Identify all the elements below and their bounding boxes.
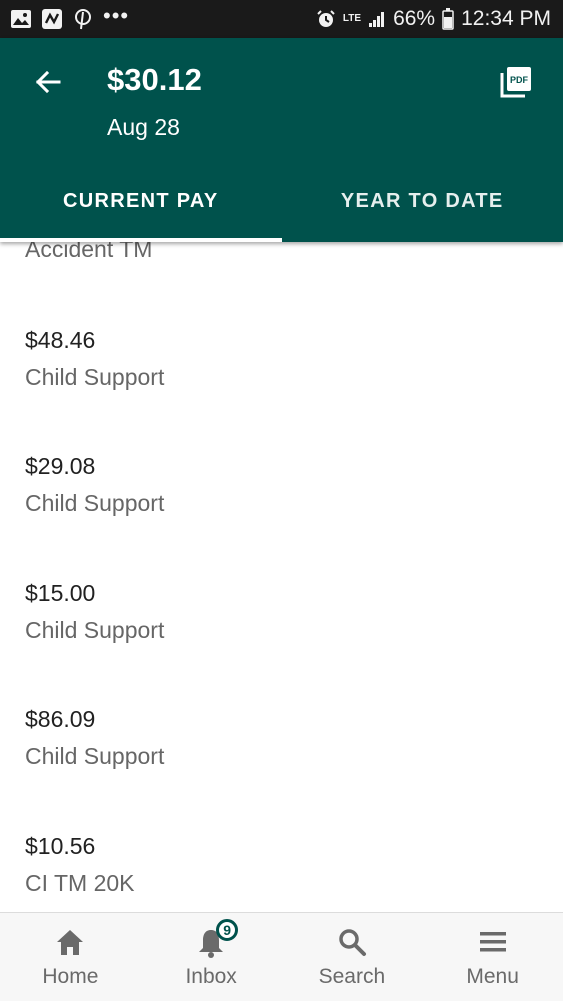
list-item: $15.00 Child Support <box>25 579 164 644</box>
deduction-amount: $48.46 <box>25 326 164 354</box>
arrow-back-icon <box>34 68 62 96</box>
list-item: $48.46 Child Support <box>25 326 164 391</box>
network-type: LTE <box>343 14 361 24</box>
deduction-amount: $86.09 <box>25 705 164 733</box>
deduction-name: Child Support <box>25 363 164 391</box>
deduction-name: Child Support <box>25 616 164 644</box>
nav-label: Inbox <box>185 965 236 989</box>
deduction-list[interactable]: Accident TM $48.46 Child Support $29.08 … <box>0 242 563 912</box>
home-icon <box>53 925 87 959</box>
status-bar: ••• LTE 66% 12:34 PM <box>0 0 563 38</box>
pay-date: Aug 28 <box>107 114 180 141</box>
alarm-icon <box>316 9 336 29</box>
list-item: $29.08 Child Support <box>25 452 164 517</box>
bell-icon: 9 <box>194 925 228 959</box>
list-item: $86.09 Child Support <box>25 705 164 770</box>
nav-label: Home <box>42 965 98 989</box>
back-button[interactable] <box>28 62 68 102</box>
deduction-name: CI TM 20K <box>25 869 135 897</box>
search-icon <box>335 925 369 959</box>
tab-label: YEAR TO DATE <box>341 190 504 213</box>
nav-label: Menu <box>466 965 519 989</box>
status-right: LTE 66% 12:34 PM <box>309 7 551 31</box>
pay-amount: $30.12 <box>107 62 202 98</box>
menu-icon <box>476 925 510 959</box>
deduction-amount: $29.08 <box>25 452 164 480</box>
deduction-name: Child Support <box>25 742 164 770</box>
nav-menu[interactable]: Menu <box>422 913 563 1001</box>
pinterest-notification-icon <box>72 8 94 30</box>
tab-label: CURRENT PAY <box>63 190 218 213</box>
deduction-amount: $15.00 <box>25 579 164 607</box>
app-notification-icon <box>41 8 63 30</box>
nav-home[interactable]: Home <box>0 913 141 1001</box>
gallery-notification-icon <box>10 9 32 29</box>
status-left: ••• <box>10 8 138 30</box>
nav-inbox[interactable]: 9 Inbox <box>141 913 282 1001</box>
deduction-name: Child Support <box>25 489 164 517</box>
deduction-amount: $10.56 <box>25 832 135 860</box>
tab-year-to-date[interactable]: YEAR TO DATE <box>282 170 563 242</box>
pdf-icon: PDF <box>499 65 533 99</box>
battery-icon <box>442 8 454 30</box>
bottom-navigation: Home 9 Inbox Search Menu <box>0 912 563 1001</box>
tab-current-pay[interactable]: CURRENT PAY <box>0 170 282 242</box>
tab-bar: CURRENT PAY YEAR TO DATE <box>0 170 563 242</box>
nav-label: Search <box>319 965 386 989</box>
nav-search[interactable]: Search <box>282 913 423 1001</box>
inbox-badge: 9 <box>216 919 238 941</box>
pdf-button[interactable]: PDF <box>496 62 536 102</box>
list-item: $10.56 CI TM 20K <box>25 832 135 897</box>
battery-percent: 66% <box>393 7 435 31</box>
svg-text:PDF: PDF <box>510 75 529 85</box>
more-notifications-icon: ••• <box>103 5 129 27</box>
active-tab-indicator <box>0 238 282 242</box>
app-header: $30.12 Aug 28 PDF CURRENT PAY YEAR TO DA… <box>0 38 563 242</box>
clock: 12:34 PM <box>461 7 551 31</box>
list-item-partial: Accident TM <box>25 242 152 263</box>
signal-icon <box>368 10 386 28</box>
